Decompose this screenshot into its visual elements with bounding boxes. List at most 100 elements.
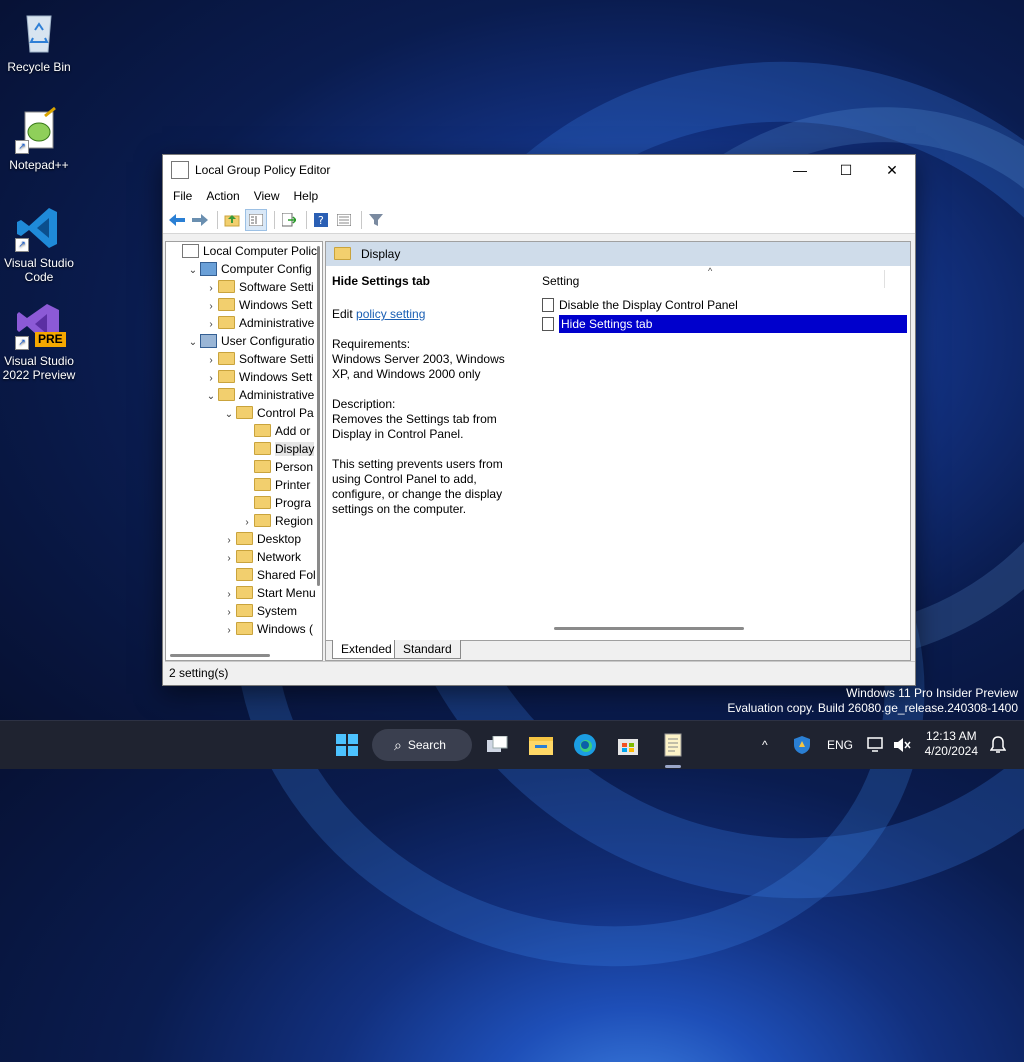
tree-item[interactable]: › System: [166, 602, 322, 620]
tree-item[interactable]: › Region: [166, 512, 322, 530]
detail-text: This setting prevents users from using C…: [332, 457, 503, 516]
folder-icon: [254, 442, 271, 456]
policy-title: Hide Settings tab: [332, 274, 431, 288]
policy-editor-taskbar-icon[interactable]: [659, 731, 687, 759]
preview-badge: PRE: [35, 332, 66, 347]
list-horizontal-scrollbar[interactable]: [554, 627, 744, 630]
tree-item[interactable]: Person: [166, 458, 322, 476]
details-header: Display: [326, 242, 910, 266]
tree-item[interactable]: › Software Setti: [166, 278, 322, 296]
network-icon[interactable]: [862, 731, 890, 759]
forward-icon[interactable]: [190, 210, 210, 230]
tree-item[interactable]: › Windows (: [166, 620, 322, 638]
language-indicator[interactable]: ENG: [827, 721, 853, 769]
microsoft-store-icon[interactable]: [614, 731, 642, 759]
tree-vertical-scrollbar[interactable]: [317, 246, 320, 586]
desktop-icon-notepadpp[interactable]: ↗ Notepad++: [0, 106, 78, 172]
show-hidden-icons-chevron[interactable]: ^: [762, 721, 768, 769]
tree-item-label: Progra: [275, 496, 312, 510]
tree-item-label: Desktop: [257, 532, 302, 546]
title-bar[interactable]: Local Group Policy Editor — ☐ ✕: [163, 155, 915, 185]
tree-item-label: Windows Sett: [239, 298, 313, 312]
close-button[interactable]: ✕: [869, 155, 915, 185]
setting-column-header[interactable]: Setting ^: [538, 266, 910, 292]
show-hide-tree-icon[interactable]: [245, 209, 267, 231]
tree-item[interactable]: ⌄ Computer Config: [166, 260, 322, 278]
tree-item[interactable]: › Administrative: [166, 314, 322, 332]
desktop-icon-recycle-bin[interactable]: Recycle Bin: [0, 8, 78, 74]
tree-item[interactable]: › Windows Sett: [166, 368, 322, 386]
tree-item[interactable]: ⌄ Control Pa: [166, 404, 322, 422]
properties-icon[interactable]: [334, 210, 354, 230]
tree-item-label: Windows Sett: [239, 370, 313, 384]
desktop-icon-label: Notepad++: [9, 158, 69, 172]
tree-horizontal-scrollbar[interactable]: [170, 654, 270, 657]
desktop-icon-vs2022-preview[interactable]: ↗ PRE Visual Studio 2022 Preview: [0, 302, 78, 382]
folder-icon: [254, 514, 271, 528]
details-pane: Display Hide Settings tab Edit policy se…: [325, 241, 911, 661]
taskbar-search-button[interactable]: ⌕ Search: [372, 729, 472, 761]
minimize-button[interactable]: —: [777, 155, 823, 185]
tree-item-label: User Configuratio: [221, 334, 315, 348]
system-clock[interactable]: 12:13 AM 4/20/2024: [925, 729, 978, 759]
tree-item[interactable]: Display: [166, 440, 322, 458]
computer-icon: [200, 261, 217, 276]
back-icon[interactable]: [167, 210, 187, 230]
up-folder-icon[interactable]: [222, 210, 242, 230]
filter-icon[interactable]: [366, 210, 386, 230]
list-item-disable-display-control-panel[interactable]: Disable the Display Control Panel: [542, 296, 906, 314]
start-button[interactable]: [333, 731, 361, 759]
security-shield-icon[interactable]: [788, 731, 816, 759]
view-tabs: Extended Standard: [326, 640, 910, 660]
help-icon[interactable]: ?: [311, 210, 331, 230]
tree-item[interactable]: › Start Menu: [166, 584, 322, 602]
edit-policy-line: Edit policy setting: [332, 307, 524, 322]
tree-item[interactable]: Shared Fol: [166, 566, 322, 584]
tree-item[interactable]: Progra: [166, 494, 322, 512]
folder-icon: [254, 424, 271, 438]
tree-item[interactable]: › Desktop: [166, 530, 322, 548]
policy-doc-icon: [182, 243, 199, 258]
menu-help[interactable]: Help: [287, 189, 326, 203]
group-policy-editor-window: Local Group Policy Editor — ☐ ✕ File Act…: [162, 154, 916, 686]
toolbar-separator: [306, 211, 307, 229]
file-explorer-icon[interactable]: [527, 731, 555, 759]
tree-item[interactable]: › Network: [166, 548, 322, 566]
tree-item[interactable]: Printer: [166, 476, 322, 494]
tree-item[interactable]: › Software Setti: [166, 350, 322, 368]
requirements: Requirements: Windows Server 2003, Windo…: [332, 337, 524, 382]
menu-action[interactable]: Action: [199, 189, 246, 203]
tree-item-label: Administrative: [239, 316, 315, 330]
tab-standard[interactable]: Standard: [394, 640, 461, 659]
menu-view[interactable]: View: [247, 189, 287, 203]
maximize-button[interactable]: ☐: [823, 155, 869, 185]
edit-policy-setting-link[interactable]: policy setting: [356, 307, 425, 321]
tab-extended[interactable]: Extended: [332, 640, 401, 659]
desktop-icon-label: 2022 Preview: [2, 368, 76, 382]
export-list-icon[interactable]: [279, 210, 299, 230]
task-view-icon[interactable]: [484, 731, 512, 759]
tree-item-label: Software Setti: [239, 280, 314, 294]
edge-browser-icon[interactable]: [571, 731, 599, 759]
visual-studio-icon: ↗ PRE: [15, 302, 66, 350]
tree-item-label: Administrative: [239, 388, 315, 402]
expand-chevron-icon[interactable]: ›: [222, 622, 236, 640]
menu-file[interactable]: File: [166, 189, 199, 203]
shortcut-arrow-icon: ↗: [15, 238, 29, 252]
volume-muted-icon[interactable]: [888, 731, 916, 759]
list-item-hide-settings-tab[interactable]: Hide Settings tab: [542, 315, 907, 333]
tree-item[interactable]: Local Computer Polic: [166, 242, 322, 260]
desktop-icon-vscode[interactable]: ↗ Visual Studio Code: [0, 204, 78, 284]
folder-icon: [218, 388, 235, 402]
tree-item[interactable]: › Windows Sett: [166, 296, 322, 314]
tree-item-label: Windows (: [257, 622, 314, 636]
column-divider[interactable]: [884, 270, 885, 288]
policy-tree[interactable]: Local Computer Polic ⌄ Computer Config › Sof…: [165, 241, 323, 661]
tree-item-label: Region: [275, 514, 314, 528]
notification-bell-icon[interactable]: [984, 731, 1012, 759]
window-title: Local Group Policy Editor: [195, 163, 331, 177]
tree-item[interactable]: ⌄ User Configuratio: [166, 332, 322, 350]
folder-icon: [236, 604, 253, 618]
tree-item[interactable]: ⌄ Administrative: [166, 386, 322, 404]
tree-item[interactable]: Add or: [166, 422, 322, 440]
